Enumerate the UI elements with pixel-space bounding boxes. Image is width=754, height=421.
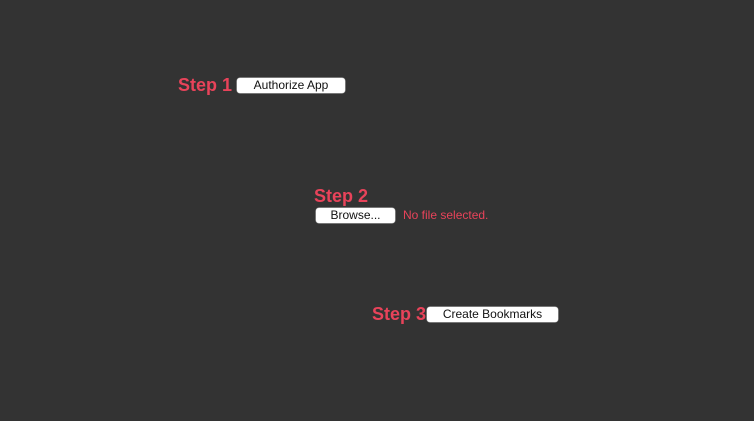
step-1-label: Step 1 xyxy=(178,75,233,95)
create-bookmarks-button[interactable]: Create Bookmarks xyxy=(427,307,558,322)
file-status-text: No file selected. xyxy=(403,208,489,222)
authorize-app-button[interactable]: Authorize App xyxy=(237,78,345,93)
browse-file-button[interactable]: Browse... xyxy=(316,208,395,223)
step-2-label: Step 2 xyxy=(314,186,369,206)
page: Step 1 Authorize App Step 2 Browse... No… xyxy=(0,0,754,421)
step-3-label: Step 3 xyxy=(372,304,427,324)
